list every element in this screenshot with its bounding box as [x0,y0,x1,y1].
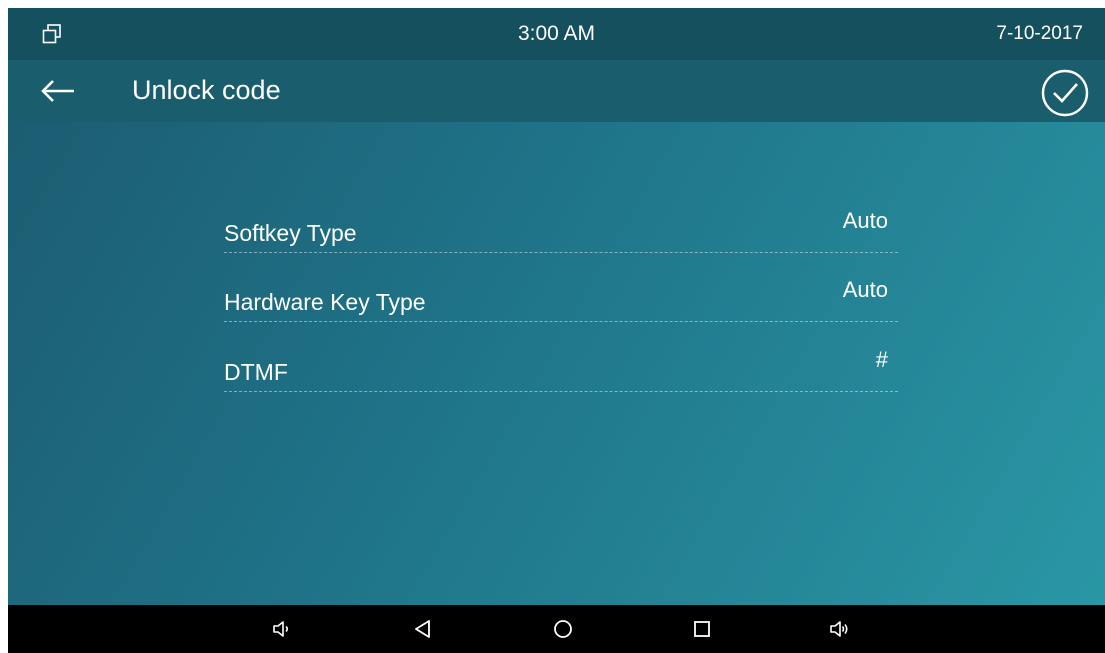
settings-row-softkey-type[interactable]: Softkey Type Auto [224,206,898,253]
status-bar: 3:00 AM 7-10-2017 [8,8,1105,60]
settings-row-dtmf[interactable]: DTMF # [224,345,898,392]
check-circle-icon[interactable] [1039,67,1091,119]
navigation-bar [8,605,1105,653]
home-circle-icon[interactable] [551,617,575,641]
volume-up-icon[interactable] [828,617,852,641]
settings-row-label: DTMF [224,359,288,385]
settings-row-hardware-key-type[interactable]: Hardware Key Type Auto [224,275,898,322]
settings-row-label: Hardware Key Type [224,289,426,315]
settings-row-value: # [875,347,888,372]
settings-row-value: Auto [842,208,888,233]
volume-down-icon[interactable] [271,617,295,641]
page-title: Unlock code [132,75,281,105]
back-triangle-icon[interactable] [411,617,435,641]
settings-row-value: Auto [842,277,888,302]
title-bar: Unlock code [8,60,1105,122]
status-time: 3:00 AM [517,22,596,45]
device-screen: 3:00 AM 7-10-2017 Unlock code Softkey Ty… [8,8,1105,653]
recents-square-icon[interactable] [690,617,714,641]
back-arrow-icon[interactable] [38,74,78,108]
status-date: 7-10-2017 [996,23,1083,44]
settings-row-label: Softkey Type [224,220,357,246]
